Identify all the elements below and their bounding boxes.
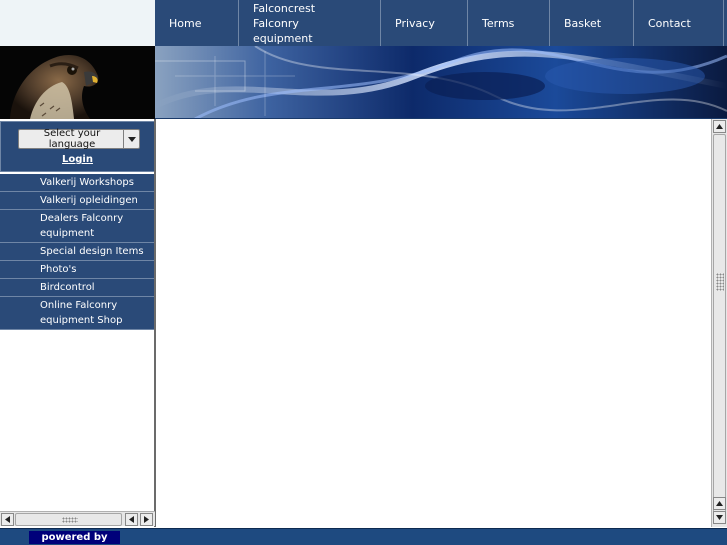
nav-home[interactable]: Home (155, 0, 239, 46)
scroll-up-button[interactable] (713, 120, 726, 133)
arrow-up-icon (716, 124, 723, 129)
nav-contact-label: Contact (648, 16, 691, 30)
scroll-down-button[interactable] (713, 511, 726, 524)
grip-icon (62, 517, 78, 523)
nav-falconcrest-line-1: Falconcrest (253, 1, 316, 15)
arrow-down-icon (716, 515, 723, 520)
footer-bar: powered by (0, 528, 727, 545)
top-navigation: Home Falconcrest Falconry equipment Priv… (155, 0, 727, 46)
horizontal-scroll-thumb[interactable] (15, 513, 122, 526)
main-content-frame (156, 119, 711, 527)
sidebar-item-valkerij-workshops[interactable]: Valkerij Workshops (0, 174, 155, 192)
nav-contact[interactable]: Contact (634, 0, 724, 46)
nav-basket[interactable]: Basket (550, 0, 634, 46)
nav-falconcrest-equipment[interactable]: Falconcrest Falconry equipment (239, 0, 381, 46)
scroll-up-button-2[interactable] (713, 497, 726, 510)
nav-falconcrest-line-3: equipment (253, 31, 313, 45)
main-vertical-scrollbar[interactable] (711, 119, 727, 527)
sidebar-item-online-shop[interactable]: Online Falconry equipment Shop (0, 297, 155, 330)
nav-falconcrest-line-2: Falconry (253, 16, 299, 30)
arrow-right-icon (144, 516, 149, 523)
scroll-left-button[interactable] (1, 513, 14, 526)
page: Home Falconcrest Falconry equipment Priv… (0, 0, 727, 545)
arrow-left-icon (129, 516, 134, 523)
sidebar-item-valkerij-opleidingen[interactable]: Valkerij opleidingen (0, 192, 155, 210)
language-login-panel: Select your language Login (0, 121, 155, 172)
falcon-logo[interactable] (0, 46, 155, 119)
nav-terms[interactable]: Terms (468, 0, 550, 46)
language-select-label: Select your language (43, 128, 101, 150)
header-banner (155, 46, 727, 119)
grip-icon (716, 273, 724, 291)
powered-by-badge[interactable]: powered by (29, 531, 120, 544)
scroll-left-button-2[interactable] (125, 513, 138, 526)
sidebar-item-dealers-falconry-equipment[interactable]: Dealers Falconry equipment (0, 210, 155, 243)
nav-privacy-label: Privacy (395, 16, 435, 30)
left-horizontal-scrollbar[interactable] (0, 511, 155, 526)
dropdown-arrow-icon (123, 130, 139, 148)
login-link[interactable]: Login (1, 154, 154, 165)
arrow-left-icon (5, 516, 10, 523)
nav-terms-label: Terms (482, 16, 515, 30)
sidebar-menu: Valkerij Workshops Valkerij opleidingen … (0, 174, 155, 330)
top-left-blank (0, 0, 155, 46)
sidebar-item-special-design-items[interactable]: Special design Items (0, 243, 155, 261)
nav-privacy[interactable]: Privacy (381, 0, 468, 46)
nav-home-label: Home (169, 16, 202, 30)
sidebar-item-birdcontrol[interactable]: Birdcontrol (0, 279, 155, 297)
arrow-up-icon (716, 501, 723, 506)
scroll-right-button[interactable] (140, 513, 153, 526)
language-select[interactable]: Select your language (18, 128, 140, 150)
vertical-scroll-thumb[interactable] (713, 134, 726, 516)
nav-falconcrest-equipment-label: Falconcrest Falconry equipment (253, 1, 315, 46)
sidebar-item-photos[interactable]: Photo's (0, 261, 155, 279)
nav-basket-label: Basket (564, 16, 602, 30)
